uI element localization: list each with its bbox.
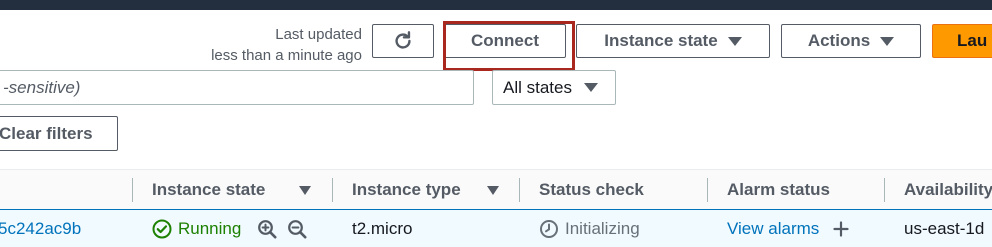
- zoom-in-icon[interactable]: [257, 219, 277, 239]
- table-header: Instance state Instance type Status chec…: [0, 169, 992, 209]
- last-updated-text: Last updated less than a minute ago: [211, 24, 362, 66]
- last-updated-line2: less than a minute ago: [211, 47, 362, 64]
- status-check-cell: Initializing: [539, 210, 640, 247]
- clock-icon: [540, 220, 558, 238]
- column-divider[interactable]: [332, 178, 333, 202]
- caret-down-icon: [727, 36, 742, 46]
- caret-down-icon: [880, 36, 895, 46]
- refresh-icon: [395, 31, 411, 49]
- connect-label: Connect: [471, 31, 539, 50]
- instance-state-cell: Running: [152, 210, 307, 247]
- add-alarm-icon[interactable]: [833, 221, 849, 237]
- connect-button[interactable]: Connect: [444, 24, 566, 58]
- column-header-alarm-status[interactable]: Alarm status: [727, 170, 830, 210]
- column-header-instance-state[interactable]: Instance state: [152, 170, 312, 210]
- column-divider[interactable]: [519, 178, 520, 202]
- refresh-button[interactable]: [372, 24, 434, 58]
- instance-state-dropdown[interactable]: Instance state: [576, 24, 770, 58]
- instance-id-link[interactable]: 5c242ac9b: [0, 210, 81, 247]
- launch-instances-button[interactable]: Lau: [932, 24, 992, 58]
- caret-down-icon: [583, 83, 598, 92]
- column-divider[interactable]: [707, 178, 708, 202]
- column-divider[interactable]: [884, 178, 885, 202]
- column-label: Instance state: [152, 180, 266, 199]
- column-label: Instance type: [352, 180, 461, 199]
- instance-type-value: t2.micro: [352, 219, 413, 238]
- instance-state-label: Instance state: [604, 31, 718, 50]
- column-header-instance-type[interactable]: Instance type: [352, 170, 499, 210]
- sort-icon[interactable]: [299, 185, 312, 195]
- top-nav-bar: [0, 0, 992, 10]
- sort-icon[interactable]: [486, 185, 499, 195]
- view-alarms-link[interactable]: View alarms: [727, 219, 819, 239]
- column-label: Status check: [539, 180, 644, 199]
- clear-filters-label: Clear filters: [0, 123, 93, 143]
- column-label: Alarm status: [727, 180, 830, 199]
- launch-label: Lau: [957, 31, 988, 50]
- alarm-status-cell: View alarms: [727, 210, 849, 247]
- actions-label: Actions: [807, 31, 871, 50]
- status-check-value: Initializing: [565, 219, 640, 238]
- actions-dropdown[interactable]: Actions: [781, 24, 921, 58]
- column-label: Availability: [904, 180, 992, 199]
- column-header-availability-zone[interactable]: Availability: [904, 170, 992, 210]
- search-input[interactable]: -sensitive): [0, 70, 474, 105]
- check-circle-icon: [152, 219, 172, 239]
- clear-filters-button[interactable]: Clear filters: [0, 116, 118, 151]
- column-divider[interactable]: [132, 178, 133, 202]
- state-filter-select[interactable]: All states: [492, 70, 616, 105]
- state-filter-value: All states: [503, 77, 572, 97]
- availability-zone-value: us-east-1d: [904, 219, 985, 238]
- instance-state-value: Running: [178, 219, 242, 238]
- zoom-out-icon[interactable]: [287, 219, 307, 239]
- column-header-status-check[interactable]: Status check: [539, 170, 644, 210]
- last-updated-line1: Last updated: [275, 26, 362, 43]
- search-placeholder: -sensitive): [3, 77, 81, 97]
- table-row[interactable]: 5c242ac9b Running t2.micro Initializing …: [0, 209, 992, 247]
